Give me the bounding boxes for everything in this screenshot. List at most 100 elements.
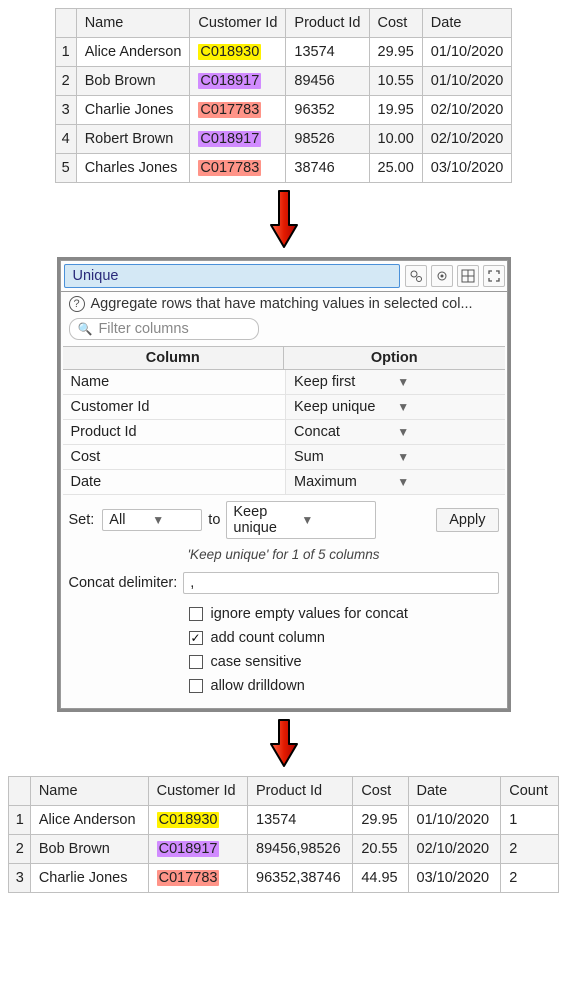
cell-count: 2 xyxy=(501,864,559,893)
option-dropdown[interactable]: Concat▼ xyxy=(285,420,505,444)
cell-name: Alice Anderson xyxy=(30,806,148,835)
option-dropdown[interactable]: Keep first▼ xyxy=(285,370,505,394)
cell-product-id: 89456 xyxy=(286,67,369,96)
column-option-row: Name Keep first▼ xyxy=(63,370,505,395)
cell-name: Bob Brown xyxy=(76,67,190,96)
chevron-down-icon: ▼ xyxy=(393,450,500,464)
row-number: 1 xyxy=(55,38,76,67)
down-arrow-icon xyxy=(8,718,559,770)
status-text: 'Keep unique' for 1 of 5 columns xyxy=(61,545,507,568)
cell-date: 02/10/2020 xyxy=(422,96,512,125)
set-label: Set: xyxy=(69,512,97,528)
panel-title: Unique xyxy=(64,264,400,288)
to-dropdown[interactable]: Keep unique▼ xyxy=(226,501,376,539)
cell-date: 03/10/2020 xyxy=(422,154,512,183)
checkbox-label: allow drilldown xyxy=(211,678,305,694)
cell-date: 02/10/2020 xyxy=(422,125,512,154)
cell-product-id: 98526 xyxy=(286,125,369,154)
cell-name: Charlie Jones xyxy=(30,864,148,893)
cell-name: Bob Brown xyxy=(30,835,148,864)
cell-cost: 20.55 xyxy=(353,835,408,864)
cell-cost: 10.00 xyxy=(369,125,422,154)
cell-name: Alice Anderson xyxy=(76,38,190,67)
toolbar-button[interactable] xyxy=(405,265,427,287)
checkbox-row[interactable]: case sensitive xyxy=(69,650,499,674)
column-name: Cost xyxy=(63,445,286,469)
cell-date: 01/10/2020 xyxy=(408,806,501,835)
search-icon: 🔍 xyxy=(78,322,93,336)
checkbox[interactable]: ✓ xyxy=(189,631,203,645)
row-number: 3 xyxy=(9,864,31,893)
col-header: Customer Id xyxy=(190,9,286,38)
grid-icon[interactable] xyxy=(457,265,479,287)
checkbox-label: add count column xyxy=(211,630,325,646)
cell-product-id: 38746 xyxy=(286,154,369,183)
column-option-row: Cost Sum▼ xyxy=(63,445,505,470)
cell-product-id: 13574 xyxy=(286,38,369,67)
set-dropdown[interactable]: All▼ xyxy=(102,509,202,531)
cell-product-id: 89456,98526 xyxy=(248,835,353,864)
col-header: Product Id xyxy=(286,9,369,38)
col-header: Date xyxy=(422,9,512,38)
cell-cost: 44.95 xyxy=(353,864,408,893)
col-header: Name xyxy=(30,777,148,806)
cell-customer-id: C018930 xyxy=(190,38,286,67)
cell-date: 01/10/2020 xyxy=(422,38,512,67)
checkbox[interactable] xyxy=(189,655,203,669)
checkbox-row[interactable]: ignore empty values for concat xyxy=(69,602,499,626)
cell-customer-id: C018917 xyxy=(190,67,286,96)
row-number: 4 xyxy=(55,125,76,154)
option-dropdown[interactable]: Sum▼ xyxy=(285,445,505,469)
table-row: 1 Alice Anderson C018930 13574 29.95 01/… xyxy=(9,806,559,835)
checkbox[interactable] xyxy=(189,679,203,693)
col-header: Date xyxy=(408,777,501,806)
checkbox-row[interactable]: ✓ add count column xyxy=(69,626,499,650)
column-name: Date xyxy=(63,470,286,494)
col-header: Name xyxy=(76,9,190,38)
cell-product-id: 96352 xyxy=(286,96,369,125)
table-row: 2 Bob Brown C018917 89456,98526 20.55 02… xyxy=(9,835,559,864)
chevron-down-icon: ▼ xyxy=(393,375,500,389)
row-number: 2 xyxy=(9,835,31,864)
cell-cost: 10.55 xyxy=(369,67,422,96)
gear-icon[interactable] xyxy=(431,265,453,287)
output-table: Name Customer Id Product Id Cost Date Co… xyxy=(8,776,559,893)
col-header: Column xyxy=(63,347,285,369)
chevron-down-icon: ▼ xyxy=(148,513,195,527)
cell-date: 03/10/2020 xyxy=(408,864,501,893)
checkbox-row[interactable]: allow drilldown xyxy=(69,674,499,698)
cell-cost: 29.95 xyxy=(353,806,408,835)
col-header: Customer Id xyxy=(148,777,247,806)
option-dropdown[interactable]: Keep unique▼ xyxy=(285,395,505,419)
filter-columns-input[interactable]: 🔍 Filter columns xyxy=(69,318,259,340)
expand-icon[interactable] xyxy=(483,265,505,287)
cell-date: 02/10/2020 xyxy=(408,835,501,864)
checkbox[interactable] xyxy=(189,607,203,621)
chevron-down-icon: ▼ xyxy=(393,475,500,489)
table-row: 4 Robert Brown C018917 98526 10.00 02/10… xyxy=(55,125,512,154)
cell-cost: 19.95 xyxy=(369,96,422,125)
cell-product-id: 13574 xyxy=(248,806,353,835)
table-row: 2 Bob Brown C018917 89456 10.55 01/10/20… xyxy=(55,67,512,96)
help-icon[interactable]: ? xyxy=(69,296,85,312)
column-name: Name xyxy=(63,370,286,394)
cell-name: Charles Jones xyxy=(76,154,190,183)
chevron-down-icon: ▼ xyxy=(297,513,369,527)
chevron-down-icon: ▼ xyxy=(393,425,500,439)
col-header xyxy=(55,9,76,38)
concat-delimiter-input[interactable]: , xyxy=(183,572,498,594)
panel-description: Aggregate rows that have matching values… xyxy=(91,296,473,312)
input-table: Name Customer Id Product Id Cost Date 1 … xyxy=(55,8,513,183)
table-row: 5 Charles Jones C017783 38746 25.00 03/1… xyxy=(55,154,512,183)
row-number: 3 xyxy=(55,96,76,125)
cell-customer-id: C017783 xyxy=(148,864,247,893)
unique-panel: Unique ? Aggregate rows that have matchi… xyxy=(60,260,508,709)
apply-button[interactable]: Apply xyxy=(436,508,498,532)
col-header: Product Id xyxy=(248,777,353,806)
cell-customer-id: C018930 xyxy=(148,806,247,835)
cell-date: 01/10/2020 xyxy=(422,67,512,96)
col-header: Cost xyxy=(353,777,408,806)
col-header: Cost xyxy=(369,9,422,38)
option-dropdown[interactable]: Maximum▼ xyxy=(285,470,505,494)
down-arrow-icon xyxy=(8,189,559,251)
